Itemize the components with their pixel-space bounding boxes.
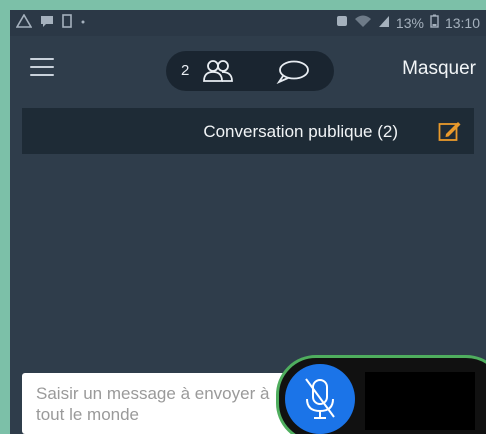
chat-messages-area <box>22 154 474 372</box>
notification-icon <box>336 14 348 31</box>
participants-chat-toggle: 2 <box>166 51 334 91</box>
hide-button[interactable]: Masquer <box>402 58 476 80</box>
hamburger-menu-icon[interactable] <box>30 58 54 78</box>
message-input-placeholder: Saisir un message à envoyer à tout le mo… <box>36 384 270 424</box>
edit-icon[interactable] <box>438 120 462 142</box>
chat-bubble-icon[interactable] <box>276 60 310 85</box>
video-preview <box>365 372 475 430</box>
warning-icon <box>15 13 33 31</box>
status-bar: 13% 13:10 <box>10 10 486 36</box>
app-frame: 13% 13:10 2 Masquer Conversation publiqu… <box>10 10 486 434</box>
dot-icon <box>80 14 86 31</box>
participant-count: 2 <box>181 62 190 79</box>
signal-icon <box>378 14 390 31</box>
status-bar-left <box>15 13 86 31</box>
clock: 13:10 <box>444 14 480 31</box>
conversation-title: Conversation publique (2) <box>203 122 398 141</box>
mute-microphone-button[interactable] <box>285 364 355 434</box>
status-bar-right: 13% 13:10 <box>336 14 480 31</box>
voice-overlay <box>276 355 486 434</box>
participants-icon[interactable] <box>202 59 234 83</box>
wifi-icon <box>354 14 372 31</box>
battery-percent: 13% <box>395 14 424 31</box>
message-icon <box>40 14 54 31</box>
mic-muted-icon <box>305 378 335 419</box>
sim-icon <box>62 14 72 31</box>
app-bar: 2 Masquer <box>10 36 486 104</box>
conversation-header: Conversation publique (2) <box>22 108 474 154</box>
battery-icon <box>430 14 439 31</box>
